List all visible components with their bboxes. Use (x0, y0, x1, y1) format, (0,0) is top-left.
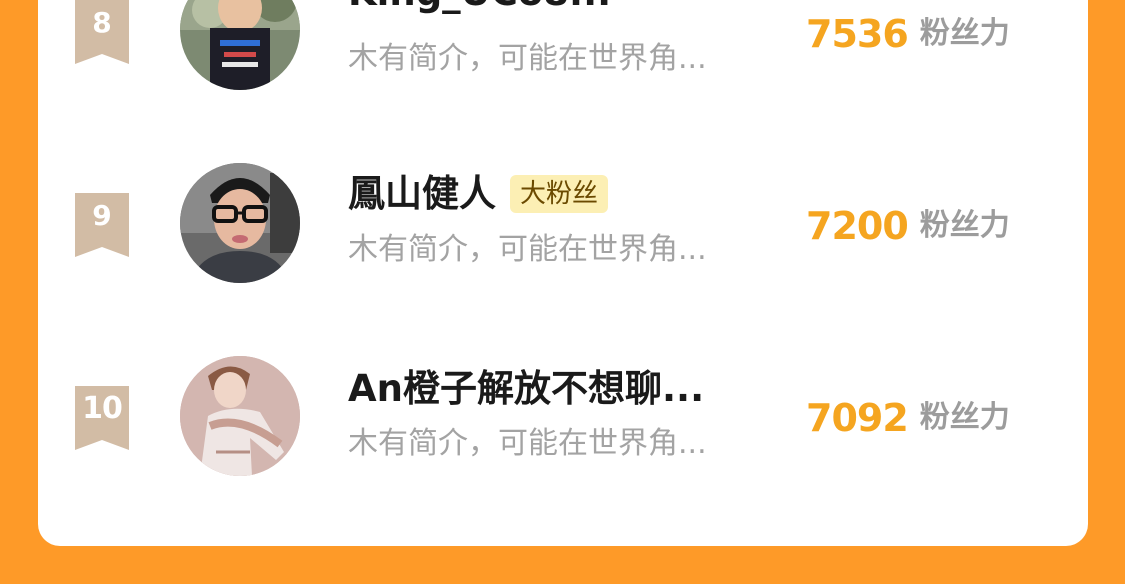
rank-number: 8 (92, 6, 112, 39)
user-name[interactable]: An橙子解放不想聊... (348, 366, 704, 412)
fan-score-value: 7536 (806, 11, 909, 56)
rank-badge: 8 (75, 0, 129, 64)
list-item[interactable]: 9 鳳山健人 大粉丝 木有简介，可能在世界角... 7200 粉丝力 (0, 153, 1125, 293)
fan-score: 7092 粉丝力 (806, 392, 1010, 442)
fan-score-value: 7092 (806, 395, 909, 440)
user-name-line: An橙子解放不想聊... (348, 366, 704, 412)
rank-badge: 9 (75, 193, 129, 257)
rank-number: 10 (82, 391, 123, 426)
user-name[interactable]: 鳳山健人 (348, 171, 496, 217)
list-item[interactable]: 10 An橙子解放不想聊... 木有简介，可能在世界角... 7092 粉丝力 (0, 346, 1125, 486)
user-name[interactable]: King_UCo8... (348, 0, 611, 16)
avatar[interactable] (180, 0, 300, 90)
fan-score: 7200 粉丝力 (806, 200, 1010, 250)
fan-level-tag: 大粉丝 (510, 175, 609, 213)
user-description: 木有简介，可能在世界角... (348, 41, 707, 76)
avatar-child-photo-icon (180, 0, 300, 90)
user-description: 木有简介，可能在世界角... (348, 426, 707, 461)
avatar[interactable] (180, 163, 300, 283)
list-item[interactable]: 8 King_UCo8... 木有简介，可能在世界角... 7536 粉丝力 (0, 0, 1125, 100)
fan-score-unit: 粉丝力 (919, 399, 1010, 435)
rank-badge: 10 (75, 386, 129, 450)
user-description: 木有简介，可能在世界角... (348, 232, 707, 267)
avatar-illustration-photo-icon (180, 356, 300, 476)
fan-score: 7536 粉丝力 (806, 8, 1010, 58)
user-name-line: King_UCo8... (348, 0, 611, 16)
rank-number: 9 (92, 199, 112, 232)
fan-score-unit: 粉丝力 (919, 207, 1010, 243)
fan-score-unit: 粉丝力 (919, 15, 1010, 51)
avatar[interactable] (180, 356, 300, 476)
user-name-line: 鳳山健人 大粉丝 (348, 171, 609, 217)
fan-score-value: 7200 (806, 203, 909, 248)
avatar-man-glasses-photo-icon (180, 163, 300, 283)
